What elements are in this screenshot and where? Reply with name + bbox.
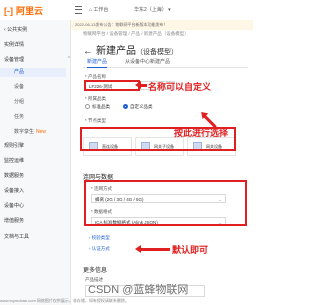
tab-bar: 新建产品 从设备中心新建产品 [83, 58, 248, 68]
back-arrow-icon[interactable]: ← [83, 46, 93, 57]
sidebar-item-instance-detail[interactable]: 实例详情 [4, 41, 24, 48]
sidebar-item-docs-tools[interactable]: 文档与工具 [4, 233, 29, 240]
auth-method-toggle[interactable]: › 认证方式 [89, 246, 110, 252]
category-label: * 所属品类 [85, 96, 107, 101]
sidebar-item-task[interactable]: 任务 [14, 113, 24, 120]
annotation-arrow-name [135, 81, 147, 89]
watermark-sub: www.toymoban.com 网络图片仅供展示，非存储，如有侵权请联系删除。 [0, 298, 129, 303]
sidebar-item-group[interactable]: 分组 [14, 98, 24, 105]
breadcrumb: 物联网平台 / 设备管理 / 产品 / 新建产品（设备模型） [83, 31, 189, 36]
annotation-box-network [84, 180, 247, 226]
sidebar-item-device-management[interactable]: 设备管理 ^ [4, 56, 70, 63]
tab-new-product[interactable]: 新建产品 [87, 58, 108, 68]
region-selector[interactable]: 华东2（上海） ▾ [134, 6, 171, 13]
sidebar-item-value-added[interactable]: 增值服务 [4, 217, 24, 224]
sidebar-item-data-service[interactable]: 数据服务 [4, 172, 24, 179]
sidebar-item-device-access[interactable]: 设备接入 [4, 187, 24, 194]
watermark: CSDN @蓝蜂物联网 [88, 284, 189, 296]
annotation-default: 默认即可 [172, 245, 209, 255]
annotation-box-name [84, 80, 140, 91]
aliyun-logo[interactable]: [-] 阿里云 [4, 4, 43, 17]
annotation-name: 名称可以自定义 [148, 82, 212, 92]
sidebar-item-rule-engine[interactable]: 规则引擎 [4, 142, 24, 149]
sidebar-item-device-center[interactable]: 设备中心 [4, 202, 24, 209]
category-radio-standard[interactable]: 标准品类 [85, 104, 110, 110]
radio-checked-icon [123, 104, 128, 110]
radio-icon [85, 104, 90, 110]
menu-icon[interactable] [75, 6, 82, 14]
verify-type-toggle[interactable]: › 校验类型 [89, 235, 110, 241]
top-bar: [-] 阿里云 ⌂ 工作台 华东2（上海） ▾ [0, 0, 253, 21]
node-type-label: * 节点类型 [85, 118, 107, 123]
sidebar-item-device[interactable]: 设备 [14, 83, 24, 90]
category-radio-custom[interactable]: 自定义品类 [123, 104, 153, 110]
main-content: 2022-06-13发布公告：物联网平台新版本功能发布！ 物联网平台 / 设备管… [71, 20, 253, 305]
more-info-title: 更多信息 [83, 268, 108, 274]
sidebar-item-public-instance[interactable]: ‹ 公共实例 [4, 26, 27, 33]
chevron-up-icon: ^ [67, 56, 71, 62]
notice-banner[interactable]: 2022-06-13发布公告：物联网平台新版本功能发布！ [71, 20, 253, 30]
annotation-arrow-default [135, 245, 170, 253]
sidebar-item-monitoring[interactable]: 监控运维 [4, 157, 24, 164]
workspace-link[interactable]: ⌂ 工作台 [89, 6, 108, 13]
tab-from-device-center[interactable]: 从设备中心新建产品 [125, 58, 170, 67]
page-title: ← 新建产品（设备模型） [83, 46, 178, 57]
sidebar: ‹ 公共实例 实例详情 设备管理 ^ 产品 设备 分组 任务 数字孪生 New 规则… [0, 20, 71, 305]
sidebar-item-digital-twin[interactable]: 数字孪生 New [14, 128, 46, 135]
sidebar-item-product[interactable]: 产品 [0, 68, 66, 77]
annotation-select: 按此进行选择 [174, 128, 229, 138]
